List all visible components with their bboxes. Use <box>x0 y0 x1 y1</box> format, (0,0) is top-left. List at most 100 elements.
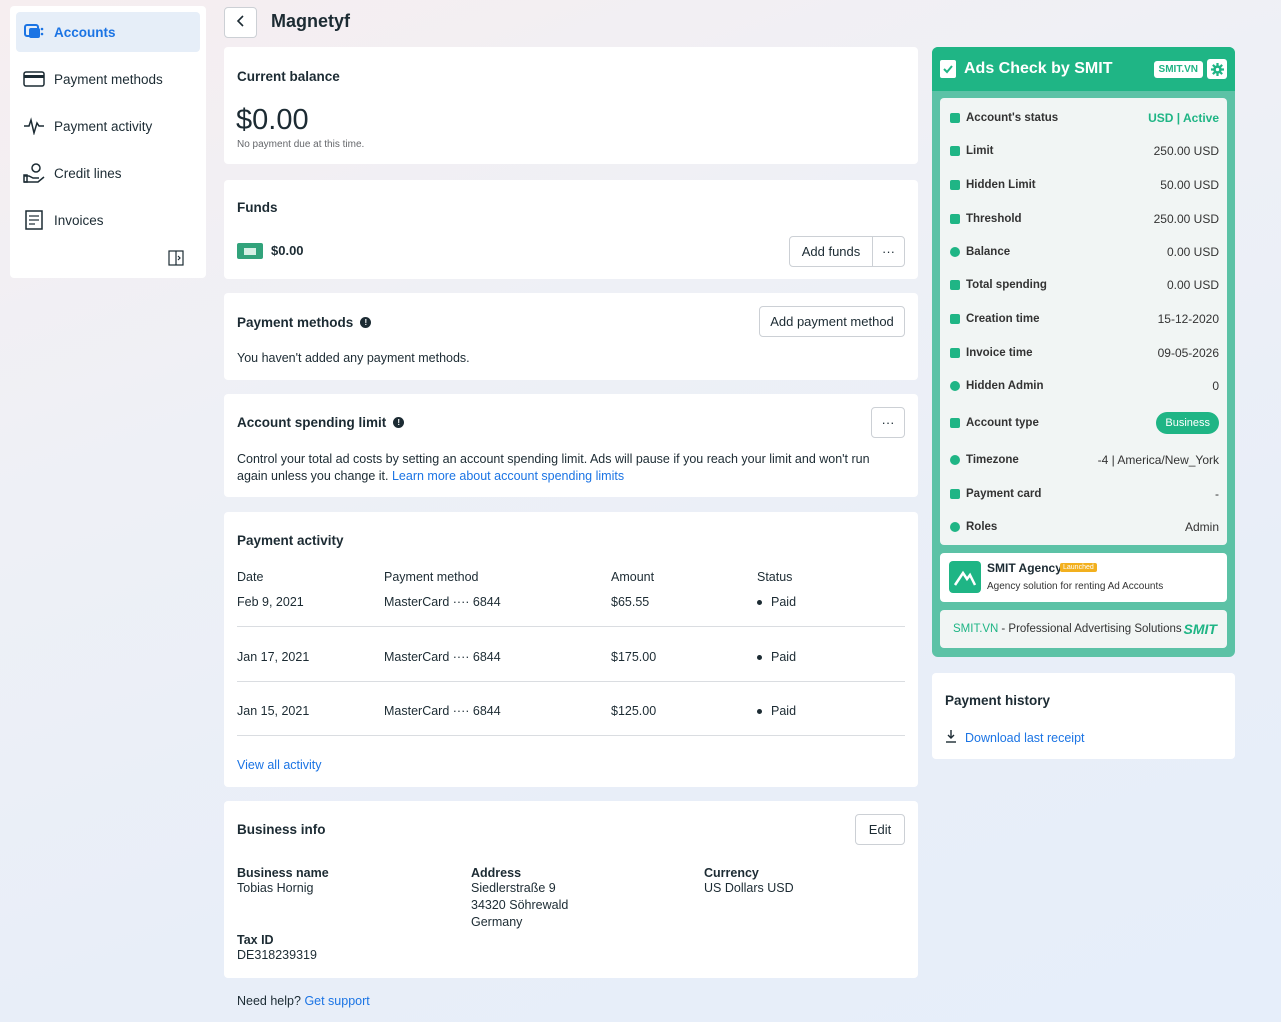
spending-limit-card: Account spending limit ! ··· Control you… <box>224 394 918 497</box>
smit-agency-banner[interactable]: SMIT Agency Launched Agency solution for… <box>940 553 1227 602</box>
download-last-receipt-link[interactable]: Download last receipt <box>965 731 1085 745</box>
sidebar-item-invoices[interactable]: Invoices <box>16 200 200 240</box>
row-value: - <box>1215 487 1219 501</box>
hidden-limit-row: Hidden Limit 50.00 USD <box>940 170 1227 200</box>
launched-badge: Launched <box>1060 563 1097 572</box>
column-header-status: Status <box>757 570 793 584</box>
card-title: Payment history <box>945 693 1051 708</box>
sidebar-collapse-icon[interactable] <box>168 250 184 266</box>
ads-check-details: Account's status USD | Active Limit 250.00… <box>940 98 1227 545</box>
hidden-admin-row: Hidden Admin 0 <box>940 371 1227 401</box>
row-label: Account's status <box>966 112 1059 124</box>
smit-tag[interactable]: SMIT.VN <box>1153 60 1203 78</box>
card-title: Payment methods <box>237 315 354 330</box>
row-value: 0 <box>1212 379 1219 393</box>
calendar-icon <box>950 314 960 324</box>
row-label: Creation time <box>966 313 1040 325</box>
row-value: 250.00 USD <box>1153 212 1219 226</box>
row-status: Paid <box>771 704 797 718</box>
add-payment-method-button[interactable]: Add payment method <box>759 306 905 337</box>
roles-row: Roles Admin <box>940 512 1227 542</box>
download-icon <box>945 729 957 746</box>
help-footer: Need help? Get support <box>237 994 370 1008</box>
funds-more-button[interactable]: ··· <box>872 236 905 267</box>
hidden-limit-icon <box>950 180 960 190</box>
get-support-link[interactable]: Get support <box>304 994 369 1008</box>
users-icon <box>950 522 960 532</box>
row-method: MasterCard ···· 6844 <box>384 595 501 609</box>
help-text: Need help? <box>237 994 301 1008</box>
row-divider <box>237 681 905 682</box>
card-title: Business info <box>237 822 326 837</box>
sidebar-item-credit-lines[interactable]: Credit lines <box>16 153 200 193</box>
creation-time-row: Creation time 15-12-2020 <box>940 304 1227 334</box>
status-row: Account's status USD | Active <box>940 103 1227 133</box>
card-title: Funds <box>237 200 278 215</box>
row-value: USD | Active <box>1148 111 1219 125</box>
row-method: MasterCard ···· 6844 <box>384 704 501 718</box>
agency-name: SMIT Agency <box>987 561 1062 575</box>
status-dot <box>757 709 762 715</box>
row-label: Limit <box>966 145 994 157</box>
row-status: Paid <box>771 595 797 609</box>
learn-more-link[interactable]: Learn more about account spending limits <box>392 469 624 483</box>
balance-row: Balance 0.00 USD <box>940 237 1227 267</box>
user-icon <box>950 418 960 428</box>
ads-check-header: Ads Check by SMIT SMIT.VN <box>932 47 1235 91</box>
row-label: Roles <box>966 521 998 533</box>
row-date: Feb 9, 2021 <box>237 595 304 609</box>
row-label: Invoice time <box>966 347 1033 359</box>
smit-logo: SMIT <box>1183 621 1217 637</box>
info-icon[interactable]: ! <box>360 317 372 328</box>
timezone-row: Timezone -4 | America/New_York <box>940 445 1227 475</box>
row-value: 09-05-2026 <box>1157 346 1219 360</box>
sidebar-item-payment-activity[interactable]: Payment activity <box>16 106 200 146</box>
document-icon <box>22 208 46 232</box>
limit-row: Limit 250.00 USD <box>940 136 1227 166</box>
current-balance-card: Current balance $0.00 No payment due at … <box>224 47 918 164</box>
currency-label: Currency <box>704 866 759 880</box>
row-date: Jan 17, 2021 <box>237 650 310 664</box>
tax-id-value: DE318239319 <box>237 948 317 962</box>
sidebar-item-label: Invoices <box>54 212 104 228</box>
back-button[interactable] <box>224 7 257 38</box>
payment-methods-card: Payment methods ! Add payment method You… <box>224 293 918 380</box>
sidebar-item-label: Payment activity <box>54 118 153 134</box>
pulse-icon <box>22 114 46 138</box>
invoice-icon <box>950 348 960 358</box>
sidebar-item-accounts[interactable]: Accounts <box>16 12 200 52</box>
view-all-activity-link[interactable]: View all activity <box>237 758 322 772</box>
address-line: Germany <box>471 915 523 929</box>
payment-activity-card: Payment activity Date Payment method Amo… <box>224 512 918 787</box>
wallet-icon <box>237 243 263 259</box>
sidebar-item-payment-methods[interactable]: Payment methods <box>16 59 200 99</box>
clipboard-check-icon <box>940 60 956 78</box>
page-title: Magnetyf <box>271 11 351 31</box>
row-method: MasterCard ···· 6844 <box>384 650 501 664</box>
limit-icon <box>950 146 960 156</box>
balance-icon <box>950 247 960 257</box>
column-header-amount: Amount <box>611 570 655 584</box>
row-label: Threshold <box>966 213 1022 225</box>
sidebar-item-label: Accounts <box>54 24 116 40</box>
smit-footer[interactable]: SMIT.VN - Professional Advertising Solut… <box>940 610 1227 648</box>
shield-icon <box>950 381 960 391</box>
spending-icon <box>950 280 960 290</box>
spending-limit-more-button[interactable]: ··· <box>871 407 905 438</box>
row-label: Account type <box>966 417 1039 429</box>
ads-check-title: Ads Check by SMIT <box>964 60 1113 77</box>
row-label: Timezone <box>966 454 1019 466</box>
gear-icon[interactable] <box>1207 59 1227 79</box>
add-funds-button[interactable]: Add funds <box>789 236 873 267</box>
globe-icon <box>950 455 960 465</box>
footer-text: - Professional Advertising Solutions <box>1001 623 1182 635</box>
info-icon[interactable]: ! <box>393 417 405 428</box>
download-receipt-row[interactable]: Download last receipt <box>945 729 1085 746</box>
edit-button[interactable]: Edit <box>855 814 905 845</box>
address-line: Siedlerstraße 9 <box>471 881 556 895</box>
business-name-label: Business name <box>237 866 329 880</box>
funds-card: Funds $0.00 Add funds ··· <box>224 180 918 279</box>
total-spending-row: Total spending 0.00 USD <box>940 270 1227 300</box>
row-amount: $125.00 <box>611 704 657 718</box>
hand-coin-icon <box>22 161 46 185</box>
